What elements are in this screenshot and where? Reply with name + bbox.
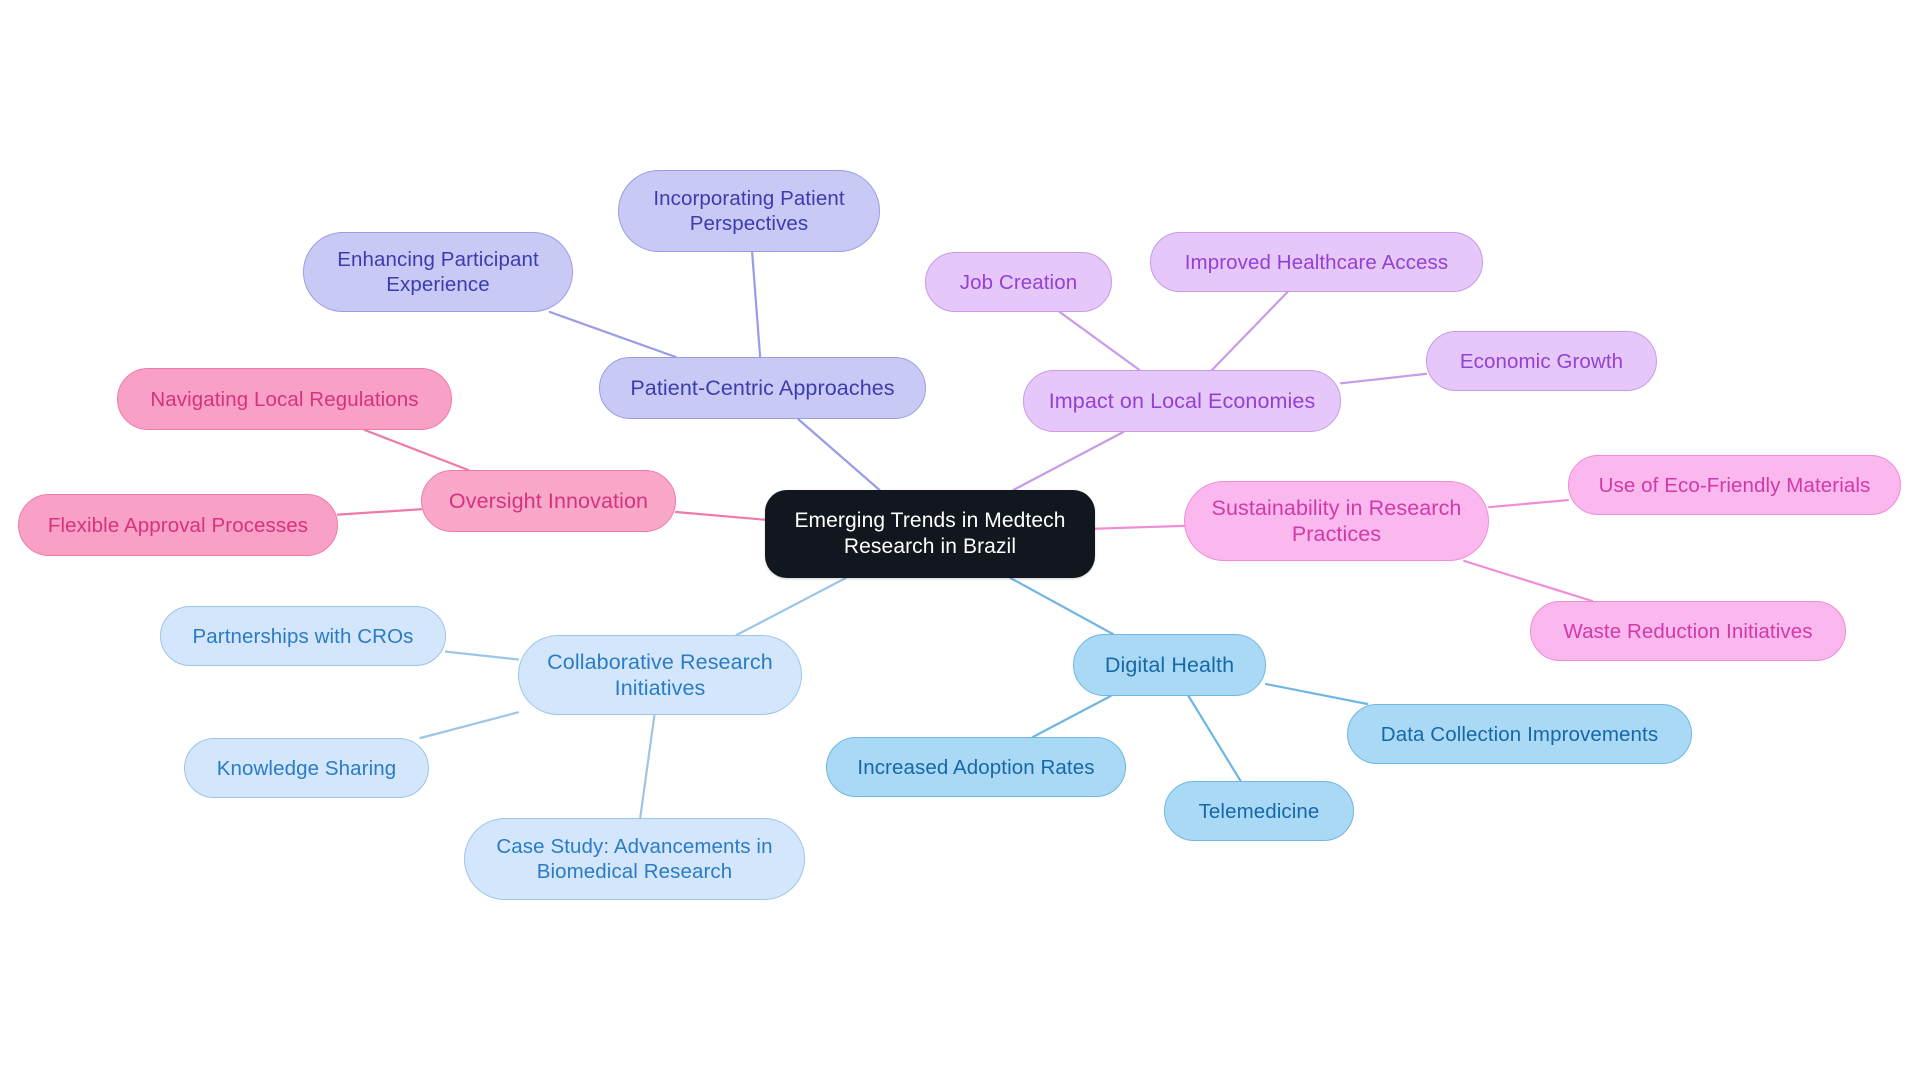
edge-collaborative-research-initiatives-to-case-study-advancements-in-biomedical-research <box>639 713 656 820</box>
node-economic-growth[interactable]: Economic Growth <box>1426 331 1657 391</box>
node-partnerships-with-cros[interactable]: Partnerships with CROs <box>160 606 446 666</box>
node-telemedicine[interactable]: Telemedicine <box>1164 781 1354 841</box>
edge-impact-on-local-economies-to-economic-growth <box>1339 372 1428 385</box>
node-improved-healthcare-access[interactable]: Improved Healthcare Access <box>1150 232 1483 292</box>
mind-map-canvas: Emerging Trends in Medtech Research in B… <box>0 0 1920 1083</box>
edge-digital-health-to-data-collection-improvements <box>1264 682 1369 706</box>
edge-root-to-oversight-innovation <box>674 510 767 521</box>
node-waste-reduction-initiatives[interactable]: Waste Reduction Initiatives <box>1530 601 1846 661</box>
edge-digital-health-to-increased-adoption-rates <box>1031 694 1112 739</box>
node-increased-adoption-rates[interactable]: Increased Adoption Rates <box>826 737 1126 797</box>
node-impact-on-local-economies[interactable]: Impact on Local Economies <box>1023 370 1341 432</box>
edge-root-to-digital-health <box>1009 576 1114 636</box>
node-patient-centric-approaches[interactable]: Patient-Centric Approaches <box>599 357 926 419</box>
edge-digital-health-to-telemedicine <box>1187 694 1242 783</box>
node-use-of-eco-friendly-materials[interactable]: Use of Eco-Friendly Materials <box>1568 455 1901 515</box>
node-case-study-advancements-in-biomedical-research[interactable]: Case Study: Advancements in Biomedical R… <box>464 818 805 900</box>
node-job-creation[interactable]: Job Creation <box>925 252 1112 312</box>
node-knowledge-sharing[interactable]: Knowledge Sharing <box>184 738 429 798</box>
node-enhancing-participant-experience[interactable]: Enhancing Participant Experience <box>303 232 573 312</box>
node-flexible-approval-processes[interactable]: Flexible Approval Processes <box>18 494 338 556</box>
edge-impact-on-local-economies-to-job-creation <box>1058 310 1141 372</box>
node-oversight-innovation[interactable]: Oversight Innovation <box>421 470 676 532</box>
node-data-collection-improvements[interactable]: Data Collection Improvements <box>1347 704 1692 764</box>
edge-impact-on-local-economies-to-improved-healthcare-access <box>1210 290 1289 372</box>
edge-collaborative-research-initiatives-to-partnerships-with-cros <box>444 650 520 661</box>
edge-root-to-impact-on-local-economies <box>1012 430 1125 492</box>
edge-root-to-sustainability-in-research-practices <box>1093 524 1186 530</box>
node-sustainability-in-research-practices[interactable]: Sustainability in Research Practices <box>1184 481 1489 561</box>
edge-oversight-innovation-to-flexible-approval-processes <box>336 508 423 516</box>
node-collaborative-research-initiatives[interactable]: Collaborative Research Initiatives <box>518 635 802 715</box>
node-navigating-local-regulations[interactable]: Navigating Local Regulations <box>117 368 452 430</box>
node-digital-health[interactable]: Digital Health <box>1073 634 1266 696</box>
edge-collaborative-research-initiatives-to-knowledge-sharing <box>419 711 520 740</box>
node-root[interactable]: Emerging Trends in Medtech Research in B… <box>765 490 1095 578</box>
edge-root-to-collaborative-research-initiatives <box>735 576 847 637</box>
edge-patient-centric-approaches-to-incorporating-patient-perspectives <box>751 250 762 359</box>
edge-patient-centric-approaches-to-enhancing-participant-experience <box>548 310 677 359</box>
edge-sustainability-in-research-practices-to-use-of-eco-friendly-materials <box>1487 498 1570 509</box>
edge-root-to-patient-centric-approaches <box>796 417 881 492</box>
node-incorporating-patient-perspectives[interactable]: Incorporating Patient Perspectives <box>618 170 880 252</box>
edge-sustainability-in-research-practices-to-waste-reduction-initiatives <box>1463 559 1594 603</box>
edge-oversight-innovation-to-navigating-local-regulations <box>363 428 470 472</box>
